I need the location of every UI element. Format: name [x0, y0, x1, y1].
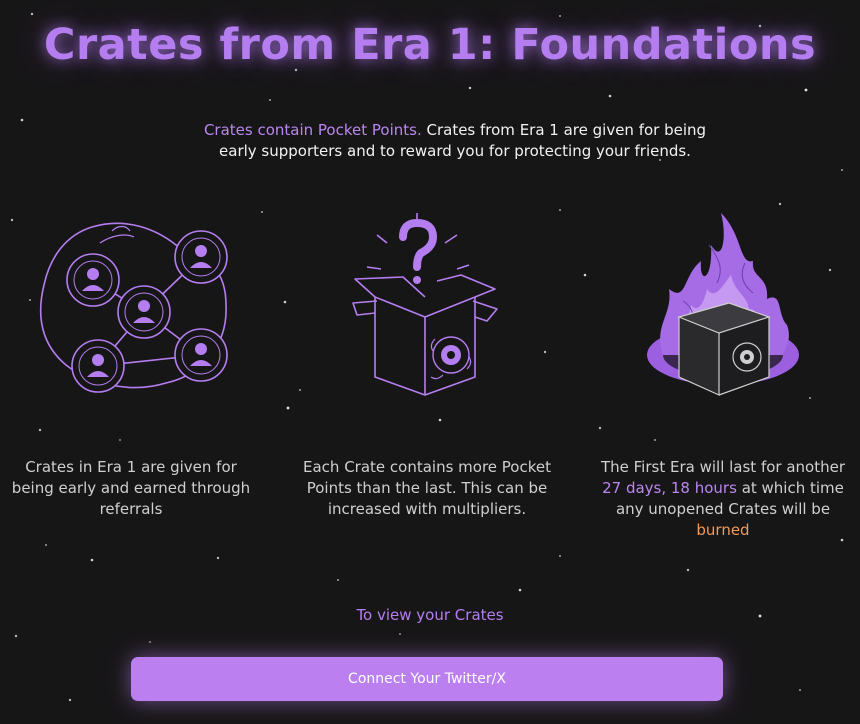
intro-highlight: Crates contain Pocket Points. [203, 121, 422, 139]
feature-referrals-text: Crates in Era 1 are given for being earl… [11, 458, 251, 518]
feature-referrals: Crates in Era 1 are given for being earl… [6, 205, 256, 518]
view-crates-label: To view your Crates [356, 606, 504, 624]
intro-text: Crates contain Pocket Points. Crates fro… [190, 120, 720, 162]
burning-crate-icon [647, 213, 799, 396]
feature-points-text: Each Crate contains more Pocket Points t… [303, 458, 551, 518]
mystery-crate-icon [352, 213, 498, 396]
connect-twitter-button[interactable]: Connect Your Twitter/X [131, 657, 723, 701]
era-countdown: 27 days, 18 hours [602, 479, 737, 497]
page-title: Crates from Era 1: Foundations [43, 20, 817, 70]
referral-network-icon [39, 222, 228, 393]
burned-label: burned [696, 521, 750, 539]
feature-burn-text: The First Era will last for another 27 d… [598, 457, 848, 541]
feature-points: Each Crate contains more Pocket Points t… [302, 205, 552, 518]
feature-burn: The First Era will last for another 27 d… [598, 205, 848, 539]
feature-burn-text-before: The First Era will last for another [600, 458, 846, 476]
